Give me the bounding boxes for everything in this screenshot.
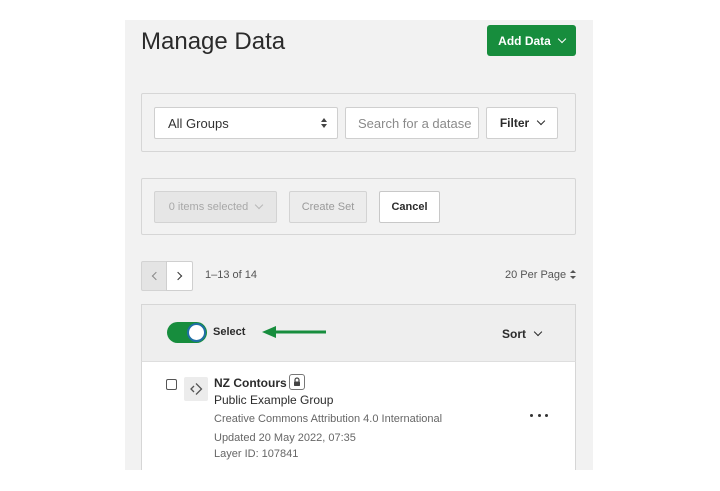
group-select[interactable]: All Groups: [154, 107, 338, 139]
item-license: Creative Commons Attribution 4.0 Interna…: [214, 413, 443, 425]
dot: [537, 413, 541, 417]
items-selected-label: 0 items selected: [168, 201, 249, 213]
chevron-left-icon: [151, 271, 160, 281]
select-arrows-icon: [321, 117, 327, 129]
select-toggle[interactable]: [167, 322, 207, 343]
cancel-button[interactable]: Cancel: [379, 191, 440, 223]
page-range: 1–13 of 14: [205, 269, 257, 281]
chevron-down-icon: [254, 200, 264, 210]
manage-data-panel: Manage Data Add Data All Groups Filter 0…: [125, 20, 593, 470]
chevron-down-icon: [533, 327, 543, 337]
list-header: Select Sort: [141, 304, 576, 361]
selection-actions-bar: 0 items selected Create Set Cancel: [141, 178, 576, 235]
item-layer-id: Layer ID: 107841: [214, 448, 299, 460]
list-item: NZ Contours Public Example Group Creativ…: [141, 361, 576, 470]
filter-bar: All Groups Filter: [141, 93, 576, 152]
dataset-search-input[interactable]: [345, 107, 479, 139]
chevron-down-icon: [557, 34, 567, 43]
sort-button[interactable]: Sort: [502, 327, 543, 341]
item-updated: Updated 20 May 2022, 07:35: [214, 432, 356, 444]
dot: [530, 413, 533, 417]
chevron-right-icon: [173, 271, 183, 281]
item-group: Public Example Group: [214, 393, 334, 407]
filter-label: Filter: [499, 116, 530, 130]
more-options-icon[interactable]: [530, 410, 548, 420]
previous-page-button[interactable]: [141, 261, 167, 291]
vector-line-icon: [184, 377, 208, 401]
items-selected-dropdown[interactable]: 0 items selected: [154, 191, 277, 223]
page-title: Manage Data: [141, 28, 286, 55]
add-data-label: Add Data: [498, 33, 551, 48]
select-arrows-icon: [570, 270, 577, 280]
next-page-button[interactable]: [166, 261, 193, 291]
per-page-select[interactable]: 20 Per Page: [505, 269, 577, 281]
sort-label: Sort: [502, 327, 526, 341]
filter-button[interactable]: Filter: [486, 107, 558, 139]
per-page-label: 20 Per Page: [505, 269, 567, 281]
toggle-knob: [187, 323, 206, 342]
add-data-button[interactable]: Add Data: [487, 25, 576, 56]
annotation-arrow-icon: [262, 326, 326, 338]
lock-icon: [289, 374, 305, 390]
row-checkbox[interactable]: [166, 379, 177, 390]
chevron-down-icon: [536, 116, 546, 126]
create-set-button[interactable]: Create Set: [289, 191, 367, 223]
select-label: Select: [213, 326, 246, 338]
group-select-value: All Groups: [168, 115, 229, 131]
dot: [545, 413, 548, 417]
item-title[interactable]: NZ Contours: [214, 376, 287, 390]
